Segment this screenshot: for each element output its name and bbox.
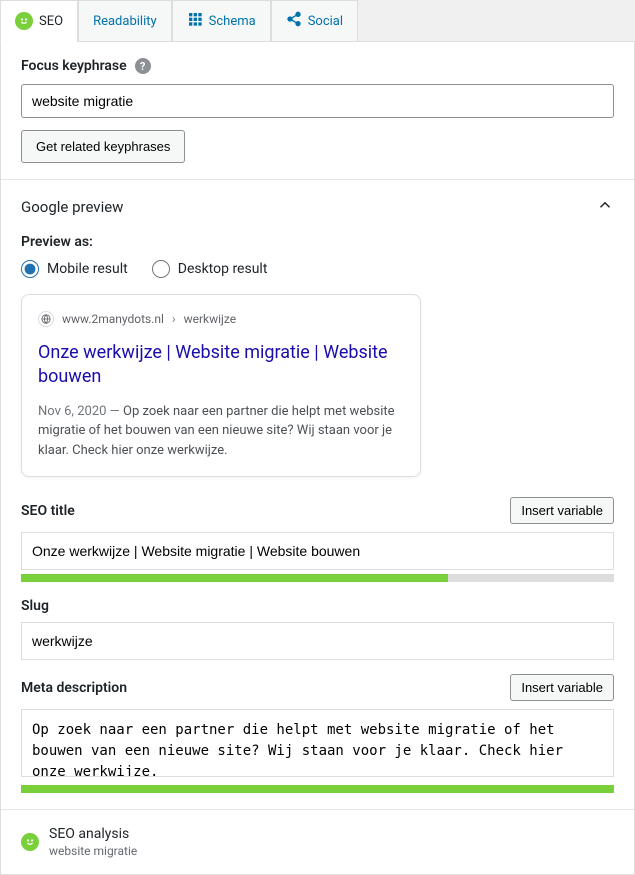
focus-keyphrase-section: Focus keyphrase ? Get related keyphrases <box>1 42 634 179</box>
grid-icon <box>187 11 203 31</box>
focus-keyphrase-input[interactable] <box>21 84 614 118</box>
tab-schema[interactable]: Schema <box>172 0 271 41</box>
mobile-result-radio[interactable]: Mobile result <box>21 260 128 278</box>
desktop-result-radio[interactable]: Desktop result <box>152 260 268 278</box>
progress-fill <box>21 574 448 582</box>
chevron-up-icon <box>596 196 614 218</box>
tab-label: Social <box>308 14 343 29</box>
google-preview-toggle[interactable]: Google preview <box>1 179 634 234</box>
slug-label: Slug <box>21 598 49 614</box>
focus-keyphrase-label: Focus keyphrase <box>21 58 127 74</box>
google-preview-card: www.2manydots.nl › werkwijze Onze werkwi… <box>21 294 421 477</box>
tab-label: SEO <box>39 14 63 29</box>
tab-label: Readability <box>93 14 157 29</box>
get-related-keyphrases-button[interactable]: Get related keyphrases <box>21 130 185 163</box>
seo-analysis-keyphrase: website migratie <box>49 844 137 858</box>
slug-input[interactable] <box>21 622 614 660</box>
preview-url: www.2manydots.nl › werkwijze <box>38 311 404 327</box>
insert-variable-button[interactable]: Insert variable <box>510 497 614 524</box>
radio-label: Desktop result <box>178 261 268 277</box>
seo-title-label: SEO title <box>21 503 75 519</box>
meta-description-label: Meta description <box>21 680 127 696</box>
seo-analysis-toggle[interactable]: SEO analysis website migratie <box>1 809 634 874</box>
globe-icon <box>38 311 54 327</box>
seo-title-input[interactable] <box>21 532 614 570</box>
preview-date: Nov 6, 2020 <box>38 404 106 419</box>
progress-fill <box>21 785 614 793</box>
smiley-icon <box>15 12 33 30</box>
seo-title-progress <box>21 574 614 582</box>
tab-bar: SEO Readability Schema Social <box>0 0 635 42</box>
slug-field: Slug <box>21 598 614 660</box>
tab-readability[interactable]: Readability <box>78 0 172 41</box>
seo-panel: Focus keyphrase ? Get related keyphrases… <box>0 42 635 875</box>
google-preview-heading: Google preview <box>21 198 123 216</box>
help-icon[interactable]: ? <box>135 58 151 74</box>
insert-variable-button[interactable]: Insert variable <box>510 674 614 701</box>
preview-path: werkwijze <box>184 312 237 326</box>
tab-social[interactable]: Social <box>271 0 358 41</box>
share-icon <box>286 11 302 31</box>
breadcrumb-separator: › <box>172 312 176 326</box>
preview-description: Nov 6, 2020 — Op zoek naar een partner d… <box>38 402 404 461</box>
tab-seo[interactable]: SEO <box>0 0 78 42</box>
meta-description-input[interactable] <box>21 709 614 777</box>
seo-analysis-title: SEO analysis <box>49 826 137 842</box>
preview-as-label: Preview as: <box>21 234 614 250</box>
meta-description-progress <box>21 785 614 793</box>
preview-domain: www.2manydots.nl <box>62 312 164 326</box>
tab-label: Schema <box>209 14 256 29</box>
meta-description-field: Meta description Insert variable <box>21 674 614 793</box>
radio-label: Mobile result <box>47 261 128 277</box>
seo-title-field: SEO title Insert variable <box>21 497 614 582</box>
preview-title: Onze werkwijze | Website migratie | Webs… <box>38 341 404 390</box>
smiley-icon <box>21 833 39 851</box>
google-preview-body: Preview as: Mobile result Desktop result… <box>1 234 634 809</box>
